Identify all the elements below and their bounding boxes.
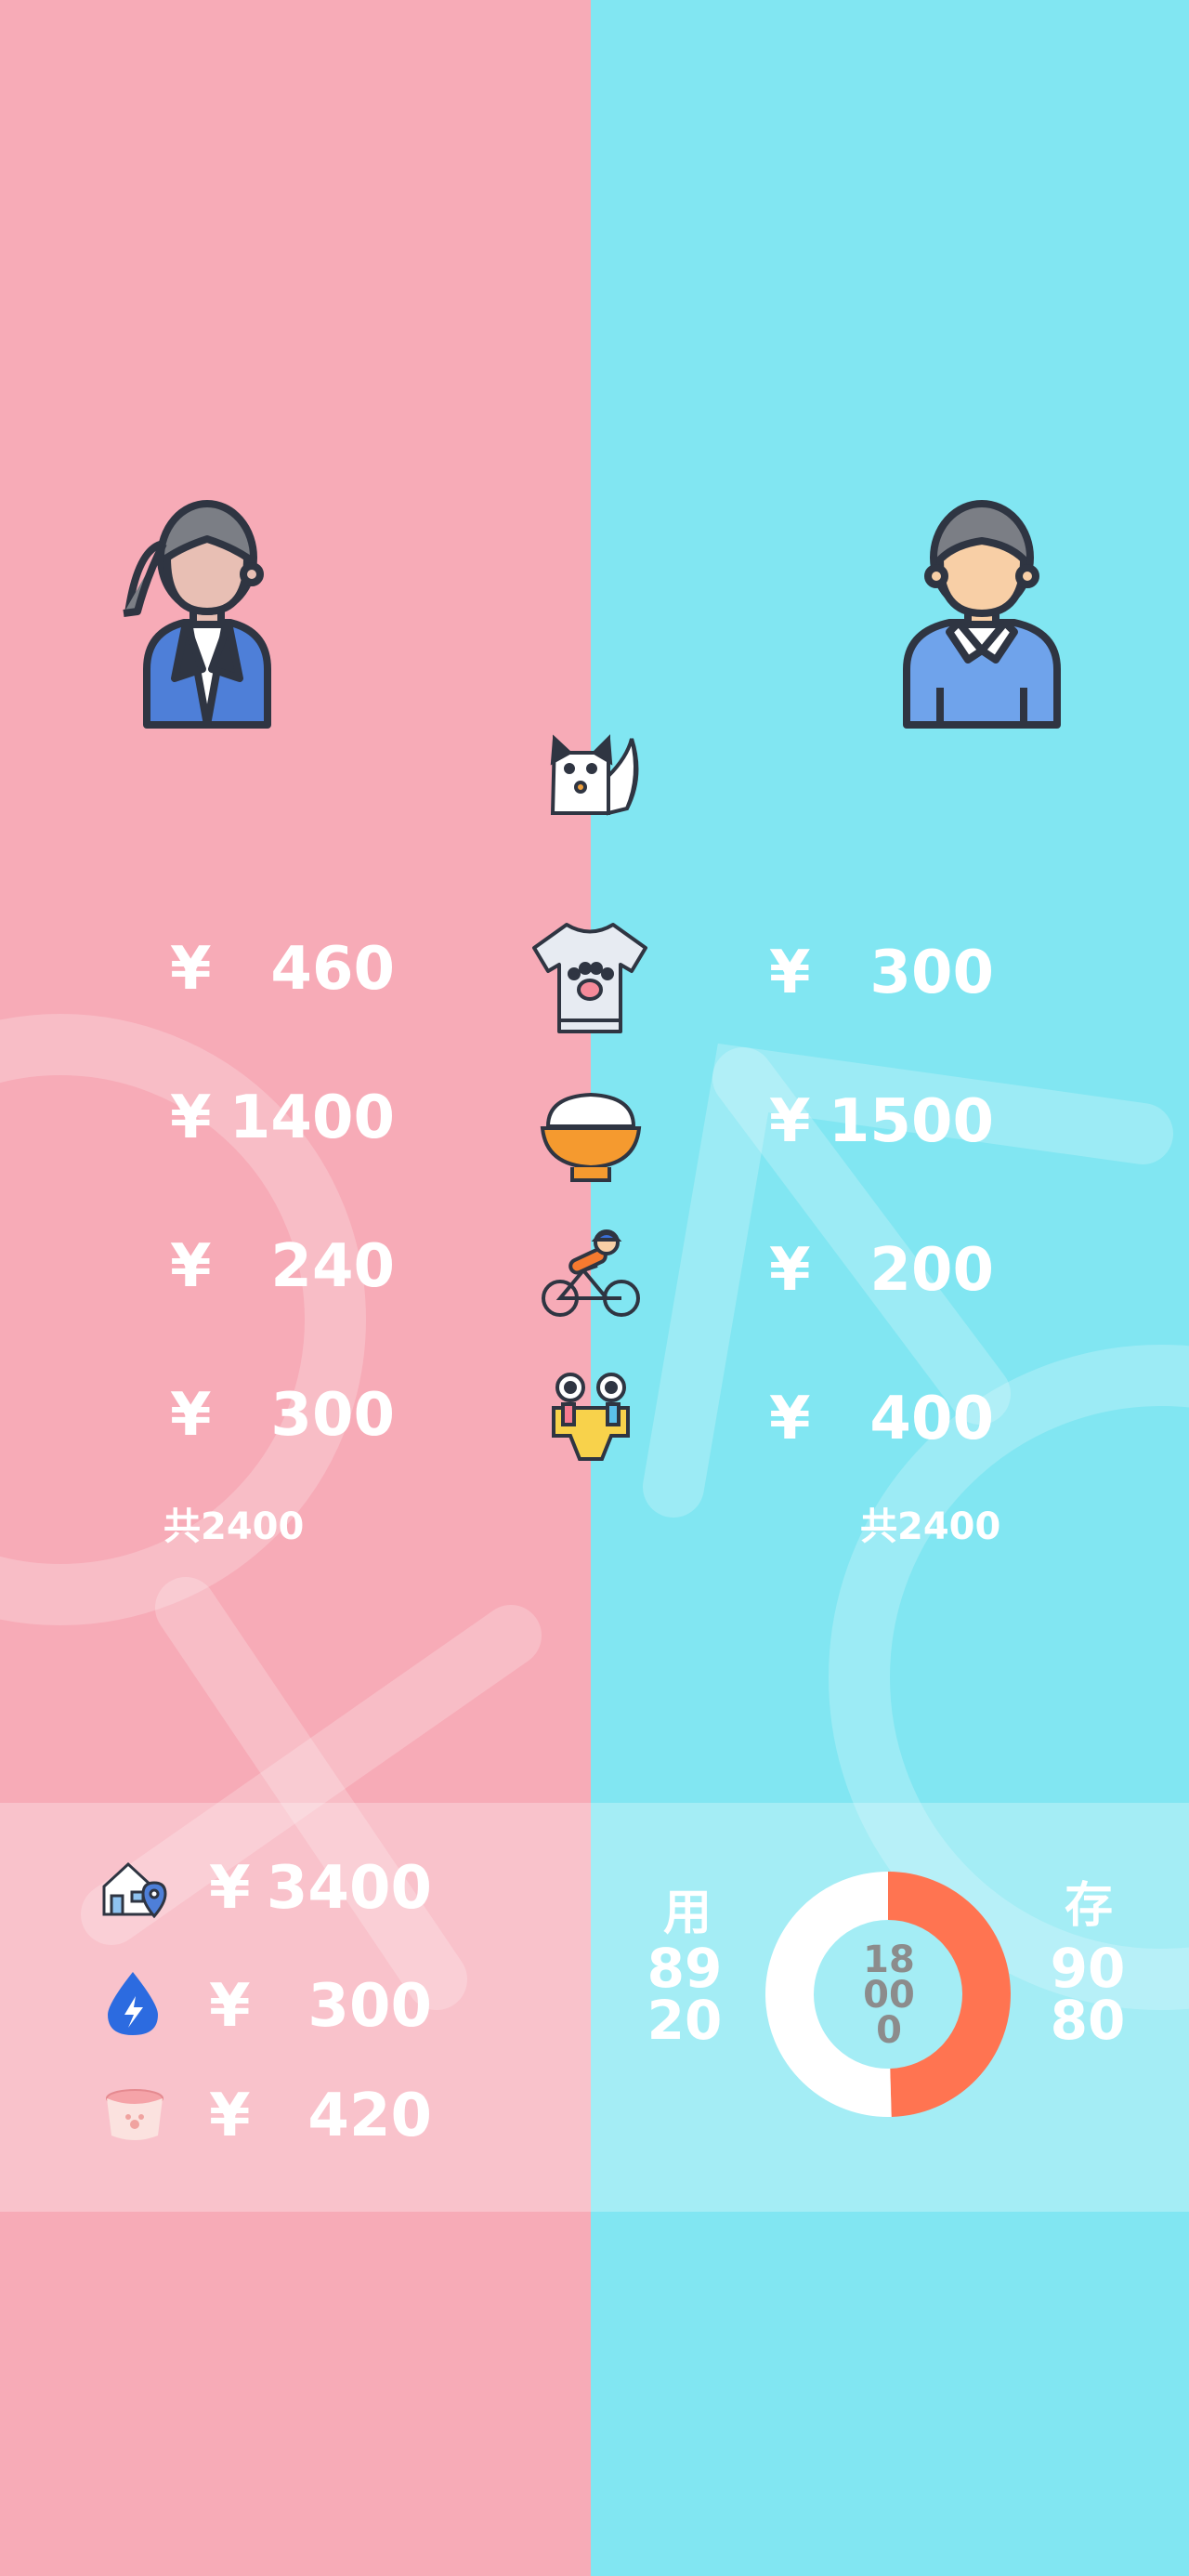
center-total-line2: 00	[863, 1974, 915, 2017]
woman-avatar-icon	[123, 500, 271, 729]
center-total-line3: 0	[876, 2009, 902, 2052]
currency-symbol: ¥	[170, 935, 212, 1004]
currency-symbol: ¥	[769, 939, 811, 1007]
expense-amount: 200	[869, 1236, 994, 1305]
bill-amount: 300	[307, 1972, 432, 2041]
man-avatar-icon	[903, 500, 1061, 729]
expense-amount: 1400	[229, 1084, 395, 1152]
currency-symbol: ¥	[209, 1972, 251, 2041]
expense-amount: 400	[869, 1385, 994, 1453]
donut-center-total: 18 00 0	[847, 1939, 931, 2052]
saved-value-line2: 80	[1050, 1989, 1126, 2052]
pet-bill-row: ¥ 420	[209, 2082, 432, 2152]
center-total-line1: 18	[863, 1939, 915, 1981]
male-expense-row-entertainment: ¥ 400	[769, 1385, 994, 1459]
currency-symbol: ¥	[769, 1087, 811, 1156]
currency-symbol: ¥	[170, 1084, 212, 1152]
bicycle-icon	[542, 1229, 640, 1317]
female-expense-row-entertainment: ¥ 300	[170, 1381, 395, 1455]
rice-bowl-icon	[540, 1092, 642, 1182]
cat-icon	[550, 734, 639, 816]
bill-amount: 420	[307, 2082, 432, 2150]
tshirt-icon	[532, 923, 647, 1033]
female-expense-row-food: ¥ 1400	[170, 1084, 395, 1158]
utilities-bill-row: ¥ 300	[209, 1972, 432, 2043]
expense-amount: 1500	[828, 1087, 994, 1156]
female-expense-row-transport: ¥ 240	[170, 1232, 395, 1307]
currency-symbol: ¥	[769, 1385, 811, 1453]
saved-value-line1: 90	[1050, 1937, 1126, 2000]
expense-amount: 300	[270, 1381, 395, 1450]
currency-symbol: ¥	[170, 1232, 212, 1301]
currency-symbol: ¥	[170, 1381, 212, 1450]
male-total: 共2400	[860, 1505, 1001, 1548]
used-label: 用	[662, 1886, 712, 1941]
used-value-line1: 89	[647, 1937, 723, 2000]
house-location-icon	[102, 1861, 167, 1919]
currency-symbol: ¥	[209, 1854, 251, 1923]
expense-amount: 460	[270, 935, 395, 1004]
currency-symbol: ¥	[769, 1236, 811, 1305]
water-electricity-icon	[108, 1972, 158, 2035]
pet-bowl-icon	[106, 2089, 163, 2140]
male-expense-row-clothing: ¥ 300	[769, 939, 994, 1013]
used-value-line2: 20	[647, 1989, 723, 2052]
male-expense-row-food: ¥ 1500	[769, 1087, 994, 1162]
currency-symbol: ¥	[209, 2082, 251, 2150]
male-expense-row-transport: ¥ 200	[769, 1236, 994, 1310]
rent-bill-row: ¥ 3400	[209, 1854, 432, 1925]
expense-amount: 240	[270, 1232, 395, 1301]
female-expense-row-clothing: ¥ 460	[170, 935, 395, 1009]
party-icon	[552, 1373, 630, 1461]
expense-amount: 300	[869, 939, 994, 1007]
saved-label: 存	[1064, 1878, 1113, 1934]
bill-amount: 3400	[266, 1854, 432, 1923]
female-total: 共2400	[163, 1505, 305, 1548]
